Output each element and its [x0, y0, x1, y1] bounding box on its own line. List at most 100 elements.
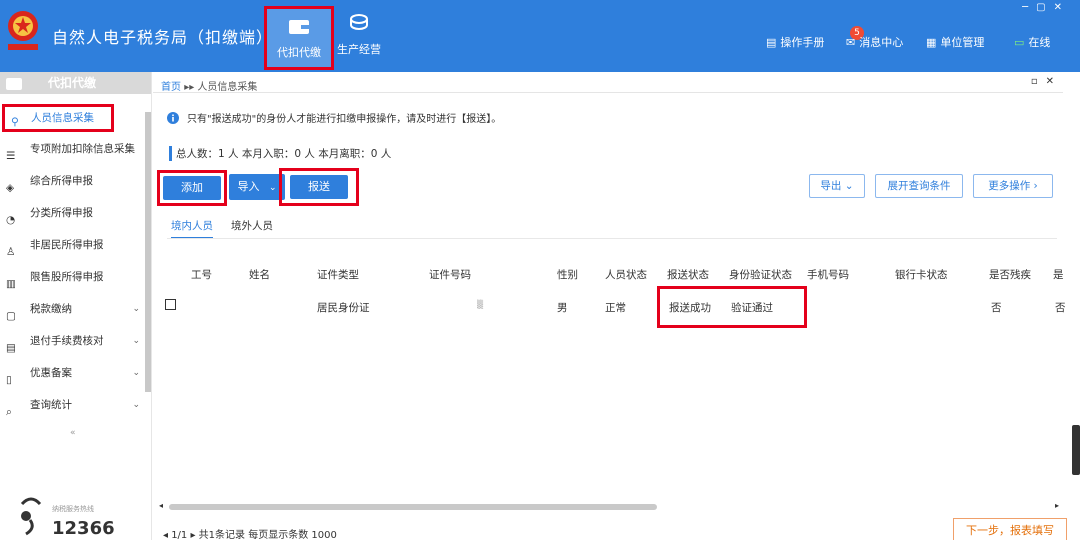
- headset-icon: [20, 497, 42, 536]
- column-header: 银行卡状态: [895, 269, 948, 281]
- header-bar: 自然人电子税务局（扣缴端） 代扣代缴 生产经营 ▤ 操作手册 5 ✉ 消息中心 …: [0, 0, 1080, 72]
- cell-id-type: 居民身份证: [317, 302, 370, 314]
- column-header: 报送状态: [667, 269, 709, 281]
- document-icon: ▤: [6, 342, 16, 354]
- nav-tab-business[interactable]: 生产经营: [324, 6, 394, 70]
- sidebar-item-nonresident-income[interactable]: ♙ 非居民所得申报: [0, 231, 146, 259]
- cell-verify-status: 验证通过: [731, 302, 773, 314]
- message-center-link[interactable]: ✉ 消息中心: [846, 34, 903, 50]
- column-header: 证件类型: [317, 269, 359, 281]
- chevron-down-icon: ⌄: [132, 336, 140, 346]
- expand-query-button[interactable]: 展开查询条件: [875, 174, 963, 198]
- building-icon: ▦: [926, 35, 937, 49]
- window-controls[interactable]: ─▢✕: [1022, 2, 1070, 13]
- search-list-icon: ⌕: [6, 406, 12, 418]
- expand-query-label: 展开查询条件: [887, 180, 951, 192]
- scroll-left-icon[interactable]: ◂: [159, 501, 163, 510]
- tab-foreign-staff[interactable]: 境外人员: [231, 218, 273, 233]
- sidebar-item-label: 非居民所得申报: [30, 239, 104, 251]
- tab-domestic-staff[interactable]: 境内人员: [171, 218, 213, 239]
- sidebar-item-category-income[interactable]: ◔ 分类所得申报: [0, 199, 146, 227]
- hotline-subtitle: 纳税服务热线: [52, 505, 94, 513]
- sidebar-item-label: 税款缴纳: [30, 303, 72, 315]
- add-button-label: 添加: [163, 176, 221, 200]
- horizontal-scrollbar[interactable]: [169, 504, 657, 510]
- sidebar-item-label: 人员信息采集: [31, 112, 94, 124]
- list-icon: ☰: [6, 150, 16, 162]
- sidebar-item-label: 专项附加扣除信息采集: [30, 143, 135, 155]
- file-icon: ▯: [6, 374, 12, 386]
- notice-text: 只有"报送成功"的身份人才能进行扣缴申报操作，请及时进行【报送】。: [187, 114, 502, 125]
- cell-extra: 否: [1055, 302, 1066, 314]
- bar-chart-icon: ▥: [6, 278, 16, 290]
- coins-icon: [350, 14, 368, 30]
- sidebar-item-special-deduction[interactable]: ☰ 专项附加扣除信息采集: [0, 135, 146, 163]
- monitor-icon: ▭: [1014, 35, 1025, 49]
- sidebar-item-query-stats[interactable]: ⌕ 查询统计 ⌄: [0, 391, 146, 419]
- export-button[interactable]: 导出 ⌄: [809, 174, 865, 198]
- pagination[interactable]: ◂ 1/1 ▸ 共1条记录 每页显示条数 1000: [163, 526, 337, 540]
- sidebar-item-person-info[interactable]: ⚲ 人员信息采集: [2, 104, 114, 132]
- user-icon: ♙: [6, 246, 16, 258]
- report-button[interactable]: 报送: [279, 168, 359, 206]
- cell-person-status: 正常: [605, 302, 626, 314]
- chevron-down-icon: ⌄: [132, 368, 140, 378]
- cell-gender: 男: [557, 302, 568, 314]
- person-icon: ⚲: [11, 116, 19, 128]
- breadcrumb: 首页 ▸▸ 人员信息采集: [161, 78, 257, 93]
- chevron-down-icon: ⌄: [132, 400, 140, 410]
- sidebar-title: 代扣代缴: [48, 76, 97, 90]
- message-icon: ✉: [846, 35, 856, 49]
- import-button[interactable]: 导入 ⌄: [229, 174, 285, 200]
- manual-label: 操作手册: [780, 36, 825, 49]
- sidebar-item-comprehensive-income[interactable]: ◈ 综合所得申报: [0, 167, 146, 195]
- collapse-sidebar-icon[interactable]: «: [70, 428, 76, 438]
- sidebar-item-label: 查询统计: [30, 399, 72, 411]
- online-label: 在线: [1028, 36, 1051, 49]
- cell-report-status: 报送成功: [669, 302, 711, 314]
- layers-icon: ◈: [6, 182, 15, 194]
- hotline-number: 12366: [52, 518, 115, 539]
- chevron-down-icon: ⌄: [268, 183, 277, 193]
- more-actions-button[interactable]: 更多操作 ›: [973, 174, 1053, 198]
- sidebar-item-label: 综合所得申报: [30, 175, 93, 187]
- sidebar-scrollbar[interactable]: [145, 112, 151, 392]
- sidebar-item-label: 限售股所得申报: [30, 271, 104, 283]
- column-header: 手机号码: [807, 269, 849, 281]
- manual-link[interactable]: ▤ 操作手册: [766, 34, 824, 50]
- stats-summary: 总人数：1 人 本月入职：0 人 本月离职：0 人: [169, 146, 391, 161]
- sidebar-item-restricted-stock[interactable]: ▥ 限售股所得申报: [0, 263, 146, 291]
- scroll-right-icon[interactable]: ▸: [1055, 501, 1059, 510]
- column-header: 身份验证状态: [729, 269, 792, 281]
- sidebar-item-preferential-filing[interactable]: ▯ 优惠备案 ⌄: [0, 359, 146, 387]
- export-label: 导出: [820, 180, 842, 192]
- pie-chart-icon: ◔: [6, 214, 16, 226]
- nav-tab-label: 代扣代缴: [277, 46, 321, 59]
- window-scrollbar[interactable]: [1072, 425, 1080, 475]
- online-status[interactable]: ▭ 在线: [1014, 34, 1050, 50]
- next-step-button[interactable]: 下一步，报表填写: [953, 518, 1067, 540]
- notice-bar: 只有"报送成功"的身份人才能进行扣缴申报操作，请及时进行【报送】。: [167, 110, 501, 125]
- wallet-icon: [6, 78, 22, 90]
- column-header: 人员状态: [605, 269, 647, 281]
- main-content: 首页 ▸▸ 人员信息采集 ▫✕ 只有"报送成功"的身份人才能进行扣缴申报操作，请…: [153, 72, 1080, 540]
- cell-disabled: 否: [991, 302, 1002, 314]
- column-header: 证件号码: [429, 269, 471, 281]
- sidebar-item-label: 优惠备案: [30, 367, 72, 379]
- chevron-down-icon: ⌄: [132, 304, 140, 314]
- column-header: 工号: [191, 269, 212, 281]
- add-button[interactable]: 添加: [157, 170, 227, 206]
- book-icon: ▤: [766, 35, 777, 49]
- unit-label: 单位管理: [940, 36, 985, 49]
- tab-divider: [153, 92, 1063, 93]
- wallet-icon: [289, 20, 309, 34]
- subtab-divider: [167, 238, 1057, 239]
- app-title: 自然人电子税务局（扣缴端）: [52, 28, 274, 47]
- column-header: 姓名: [249, 269, 270, 281]
- sidebar-item-tax-payment[interactable]: ▢ 税款缴纳 ⌄: [0, 295, 146, 323]
- unit-management-link[interactable]: ▦ 单位管理: [926, 34, 984, 50]
- tab-window-controls[interactable]: ▫✕: [1031, 76, 1062, 87]
- sidebar-item-fee-check[interactable]: ▤ 退付手续费核对 ⌄: [0, 327, 146, 355]
- row-checkbox[interactable]: [165, 299, 176, 310]
- column-header: 是: [1053, 269, 1064, 281]
